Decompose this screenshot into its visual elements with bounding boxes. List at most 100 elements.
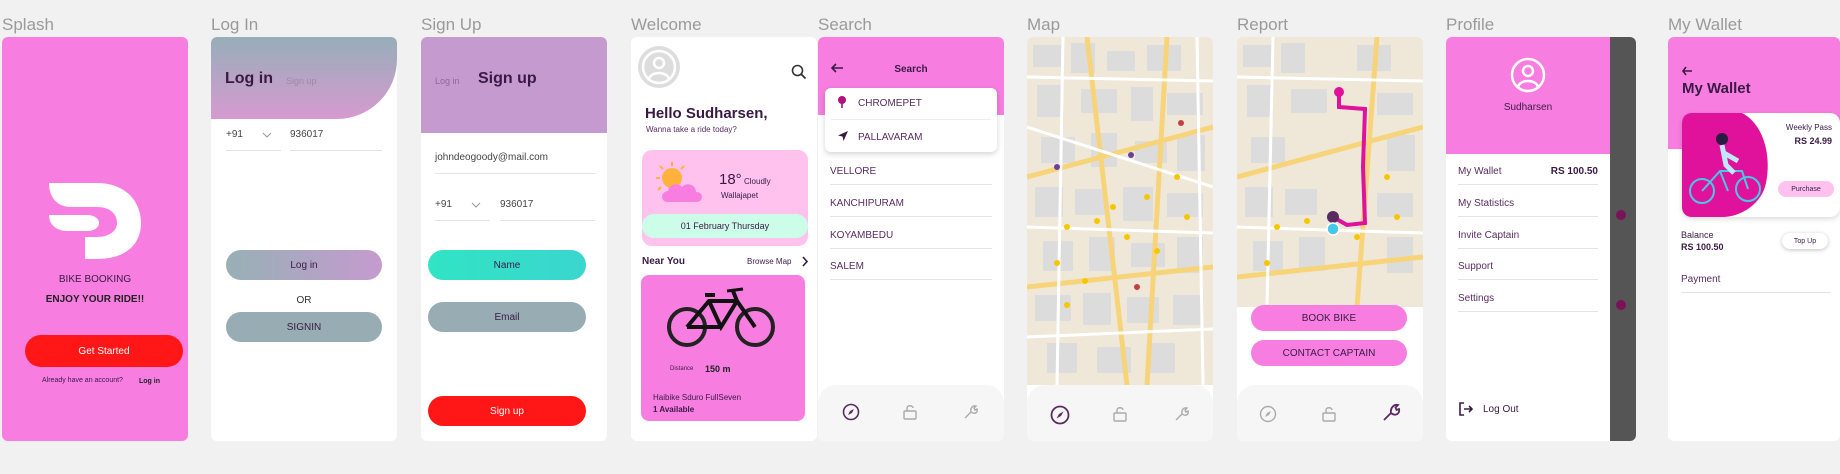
compass-icon[interactable]: [1259, 405, 1277, 423]
have-account-text: Already have an account?: [42, 377, 123, 384]
tab-signup[interactable]: Sign up: [478, 70, 537, 88]
menu-item-invite-captain[interactable]: Invite Captain: [1458, 230, 1598, 249]
purchase-button[interactable]: Purchase: [1778, 181, 1834, 197]
distance-value: 150 m: [705, 364, 731, 374]
topup-button[interactable]: Top Up: [1782, 233, 1828, 249]
country-code-select[interactable]: +91: [226, 129, 281, 151]
avatar[interactable]: [637, 45, 681, 89]
wallet-screen: My Wallet Weekly Pass RS 24.99 Purchase …: [1668, 37, 1840, 441]
frame-label-splash: Splash: [2, 15, 54, 34]
wallet-amount: RS 100.50: [1550, 166, 1598, 177]
place-item[interactable]: VELLORE: [830, 166, 992, 185]
browse-map-link[interactable]: Browse Map: [747, 257, 791, 266]
wrench-icon[interactable]: [962, 403, 978, 421]
profile-name: Sudharsen: [1503, 102, 1553, 113]
unlock-icon[interactable]: [1112, 405, 1128, 423]
bottom-nav: [818, 385, 1004, 441]
place-item[interactable]: SALEM: [830, 261, 992, 280]
frame-label-search: Search: [818, 15, 872, 34]
report-screen: BOOK BIKE CONTACT CAPTAIN: [1237, 37, 1423, 441]
greeting-subtext: Wanna take a ride today?: [646, 125, 737, 134]
bike-icon: [667, 287, 775, 347]
compass-icon[interactable]: [1050, 405, 1070, 425]
avatar[interactable]: [1510, 57, 1546, 93]
welcome-screen: Hello Sudharsen, Wanna take a ride today…: [631, 37, 817, 441]
frame-label-report: Report: [1237, 15, 1289, 34]
balance-value: RS 100.50: [1681, 242, 1724, 252]
search-icon[interactable]: [791, 64, 807, 80]
signin-button[interactable]: SIGNIN: [226, 312, 382, 342]
map-view[interactable]: [1027, 37, 1213, 385]
phone-input[interactable]: 936017: [290, 129, 382, 151]
balance-label: Balance: [1681, 230, 1714, 240]
weekly-pass-card: Weekly Pass RS 24.99 Purchase: [1682, 113, 1840, 217]
pass-price: RS 24.99: [1794, 136, 1832, 146]
unlock-icon[interactable]: [1321, 405, 1337, 423]
email-button[interactable]: Email: [428, 302, 586, 332]
name-button[interactable]: Name: [428, 250, 586, 280]
suggestion-item[interactable]: PALLAVARAM: [858, 132, 922, 143]
chevron-down-icon: [262, 132, 272, 138]
menu-item-wallet[interactable]: My Wallet RS 100.50: [1458, 166, 1598, 185]
bike-name: Haibike Sduro FullSeven: [653, 393, 742, 402]
login-screen: Log in Sign up +91 936017 Log in OR SIGN…: [211, 37, 397, 441]
signup-screen: Log in Sign up johndeogoody@mail.com +91…: [421, 37, 607, 441]
login-button[interactable]: Log in: [226, 250, 382, 280]
contact-captain-button[interactable]: CONTACT CAPTAIN: [1251, 340, 1407, 366]
app-tagline: ENJOY YOUR RIDE!!: [45, 294, 145, 305]
place-item[interactable]: KANCHIPURAM: [830, 198, 992, 217]
bottom-nav: [1237, 385, 1423, 441]
suggestion-item[interactable]: CHROMEPET: [858, 98, 922, 109]
logout-link[interactable]: Log Out: [1483, 404, 1519, 415]
frame-label-signup: Sign Up: [421, 15, 482, 34]
side-drawer-overlay[interactable]: [1610, 37, 1636, 441]
phone-input[interactable]: 936017: [500, 199, 595, 221]
login-link[interactable]: Log in: [139, 378, 160, 385]
signup-button[interactable]: Sign up: [428, 396, 586, 426]
place-item[interactable]: KOYAMBEDU: [830, 230, 992, 249]
app-logo-icon: [49, 183, 141, 259]
overlay-dot: [1616, 210, 1626, 220]
map-pin-icon: [838, 96, 846, 108]
frame-label-wallet: My Wallet: [1668, 15, 1742, 34]
wrench-icon[interactable]: [1381, 401, 1401, 423]
logout-icon[interactable]: [1458, 401, 1474, 417]
temperature-value: 18°: [719, 171, 742, 188]
bike-card[interactable]: Distance 150 m Haibike Sduro FullSeven 1…: [641, 275, 805, 421]
frame-label-welcome: Welcome: [631, 15, 702, 34]
distance-label: Distance: [670, 366, 694, 372]
map-view[interactable]: [1237, 37, 1423, 307]
menu-item-statistics[interactable]: My Statistics: [1458, 198, 1598, 217]
sun-cloud-icon: [656, 162, 702, 202]
weather-location: Wallajapet: [721, 191, 759, 200]
app-title: BIKE BOOKING: [58, 274, 132, 285]
book-bike-button[interactable]: BOOK BIKE: [1251, 305, 1407, 331]
menu-item-settings[interactable]: Settings: [1458, 293, 1598, 312]
country-code-value: +91: [435, 199, 452, 210]
suggestion-dropdown: CHROMEPET PALLAVARAM: [825, 88, 997, 152]
weather-card: 18° Cloudly Wallajapet 01 February Thurs…: [642, 150, 808, 246]
chevron-right-icon[interactable]: [801, 256, 809, 267]
wrench-icon[interactable]: [1173, 405, 1189, 423]
menu-item-payment[interactable]: Payment: [1681, 274, 1831, 293]
tab-signup[interactable]: Sign up: [286, 76, 317, 86]
country-code-value: +91: [226, 129, 243, 140]
tab-login[interactable]: Log in: [225, 70, 273, 88]
country-code-select[interactable]: +91: [435, 199, 490, 221]
compass-icon[interactable]: [842, 403, 860, 421]
profile-header: [1446, 37, 1610, 154]
arrow-left-icon[interactable]: [1681, 66, 1693, 76]
overlay-dot: [1616, 300, 1626, 310]
menu-item-support[interactable]: Support: [1458, 261, 1598, 280]
bottom-nav: [1027, 385, 1213, 441]
wallet-title: My Wallet: [1682, 80, 1751, 97]
unlock-icon[interactable]: [902, 403, 918, 421]
get-started-button[interactable]: Get Started: [25, 335, 183, 367]
email-field[interactable]: johndeogoody@mail.com: [435, 152, 595, 174]
tab-login[interactable]: Log in: [435, 76, 460, 86]
search-screen: Search CHROMEPET PALLAVARAM VELLORE KANC…: [818, 37, 1004, 441]
frame-label-map: Map: [1027, 15, 1061, 34]
profile-screen: Sudharsen My Wallet RS 100.50 My Statist…: [1446, 37, 1636, 441]
pass-name: Weekly Pass: [1785, 123, 1832, 132]
date-pill: 01 February Thursday: [642, 214, 808, 238]
